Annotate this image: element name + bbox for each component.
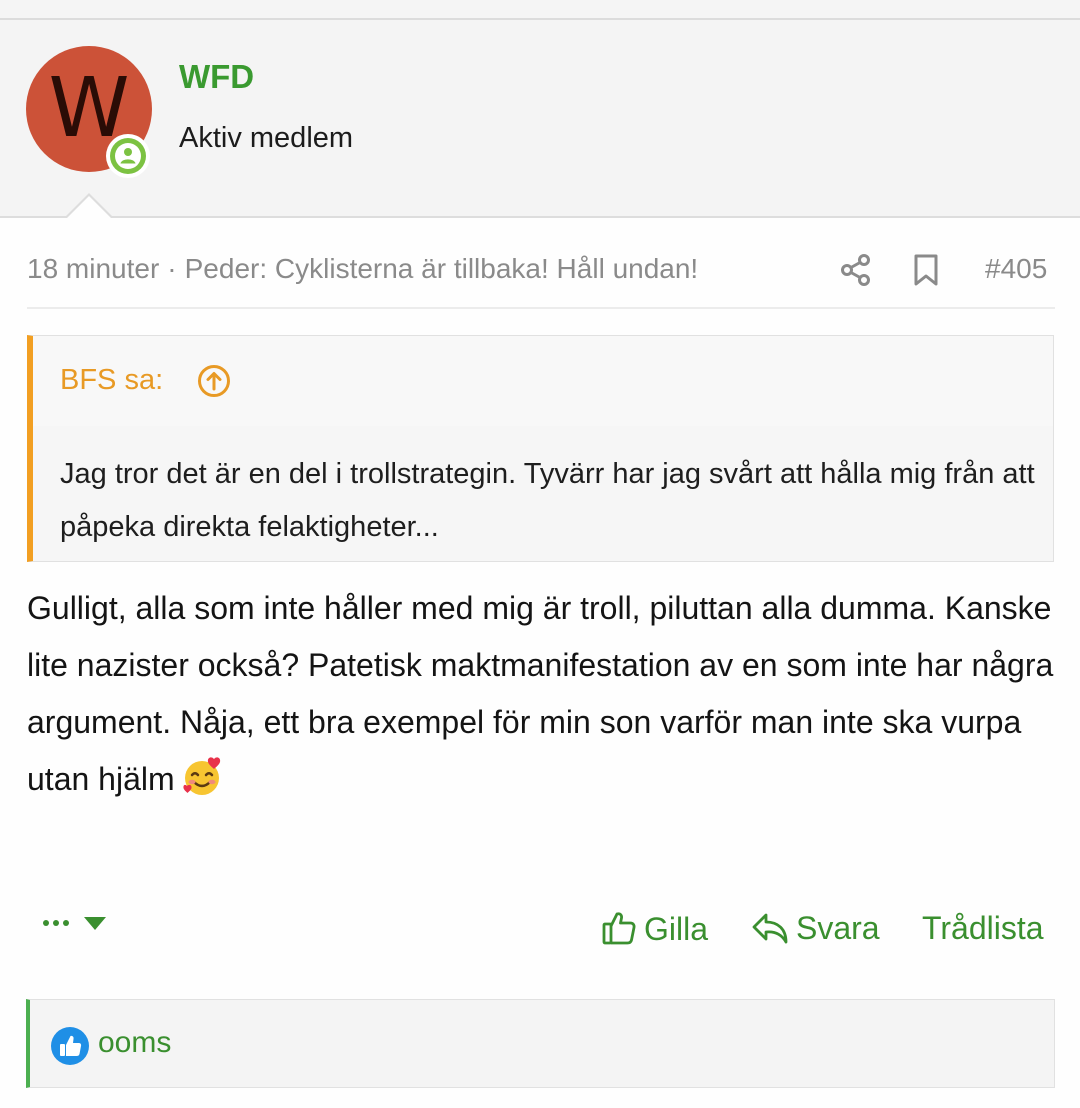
quote-header	[33, 336, 1053, 426]
thumbs-up-icon	[602, 912, 636, 945]
more-options-menu[interactable]	[42, 910, 108, 941]
thread-list-button[interactable]: Trådlista	[922, 910, 1044, 947]
reaction-user-link[interactable]: ooms	[98, 1026, 171, 1060]
like-reaction-icon	[50, 1026, 90, 1071]
reply-label: Svara	[796, 910, 880, 946]
quote-author-link[interactable]: BFS sa:	[60, 364, 163, 397]
reply-icon	[752, 913, 788, 944]
reactions-bar[interactable]: ooms	[26, 999, 1055, 1088]
online-status-icon	[106, 134, 150, 178]
username-link[interactable]: WFD	[179, 58, 254, 96]
user-title: Aktiv medlem	[179, 122, 354, 154]
thread-title-link[interactable]: Peder: Cyklisterna är tillbaka! Håll und…	[185, 253, 699, 284]
user-header	[0, 20, 1080, 218]
quote-block: BFS sa: Jag tror det är en del i trollst…	[27, 335, 1054, 562]
thread-list-label: Trådlista	[922, 910, 1044, 946]
reply-button[interactable]: Svara	[752, 910, 880, 947]
jump-to-quote-icon[interactable]	[197, 364, 231, 403]
top-bar	[0, 0, 1080, 20]
meta-divider	[27, 307, 1055, 309]
post-number-link[interactable]: #405	[985, 253, 1047, 285]
like-label: Gilla	[644, 911, 709, 947]
like-button[interactable]: Gilla	[602, 910, 708, 948]
quote-text: Jag tror det är en del i trollstrategin.…	[60, 458, 1035, 543]
post-time[interactable]: 18 minuter	[27, 253, 159, 284]
meta-separator: ·	[167, 253, 177, 284]
bookmark-icon[interactable]	[912, 253, 940, 292]
smiling-face-with-hearts-icon	[183, 757, 220, 795]
share-icon[interactable]	[840, 253, 872, 292]
post-meta: 18 minuter · Peder: Cyklisterna är tillbak…	[27, 253, 698, 285]
message-body: Gulligt, alla som inte håller med mig är…	[27, 580, 1057, 808]
